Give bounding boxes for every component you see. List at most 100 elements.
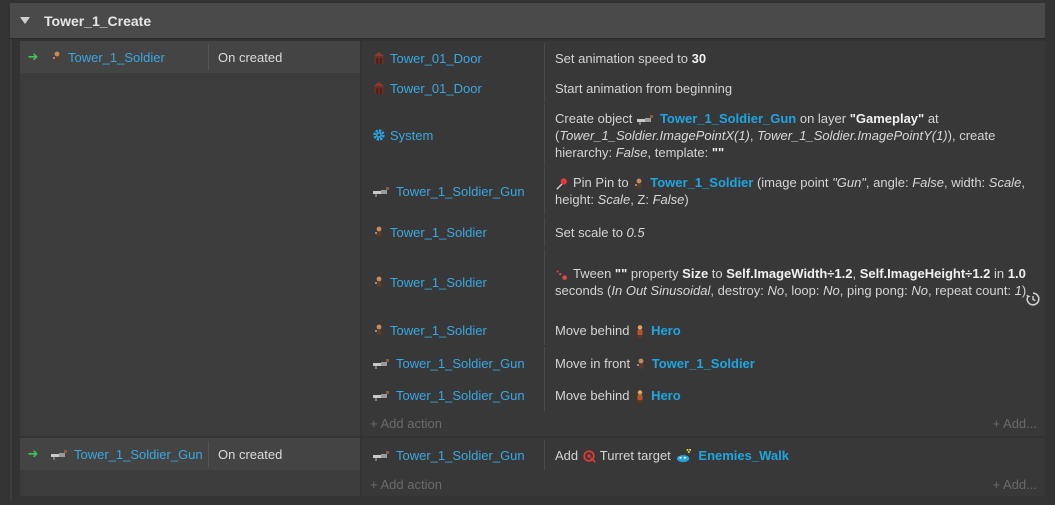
parameter-value: Tower_1_Soldier.ImagePointY(1)	[757, 127, 948, 143]
action-description[interactable]: Pin Pin to Tower_1_Soldier (image point …	[545, 167, 1045, 215]
object-reference[interactable]: Tower_1_Soldier	[650, 175, 753, 190]
action-text: Move in front	[555, 355, 634, 371]
soldier-gun-icon	[372, 184, 392, 198]
action-row[interactable]: Tower_1_Soldier Move behind Hero	[362, 315, 1045, 345]
action-row[interactable]: Tower_1_Soldier Set scale to 0.5	[362, 217, 1045, 247]
parameter-value: Tower_1_Soldier.ImagePointX(1)	[559, 127, 750, 143]
condition-row[interactable]: ➜ Tower_1_Soldier On created	[20, 41, 360, 73]
hero-icon	[633, 389, 647, 403]
action-object-name: Tower_1_Soldier_Gun	[396, 355, 525, 371]
action-description[interactable]: Set scale to 0.5	[545, 217, 1045, 247]
action-text: , template:	[647, 144, 712, 160]
add-more-link[interactable]: + Add...	[993, 477, 1037, 492]
action-description[interactable]: Start animation from beginning	[545, 73, 1045, 103]
collapse-triangle-icon[interactable]	[20, 17, 30, 24]
parameter-value: Scale	[597, 192, 631, 207]
parameter-value: "Gameplay"	[849, 110, 925, 126]
action-text: Start animation from beginning	[555, 80, 733, 96]
action-row[interactable]: Tower_1_Soldier_Gun Move in front Tower_1…	[362, 347, 1045, 379]
object-reference[interactable]: Tower_1_Soldier	[652, 356, 755, 371]
action-object[interactable]: Tower_1_Soldier	[362, 217, 545, 247]
object-reference[interactable]: Hero	[651, 323, 681, 338]
action-object[interactable]: Tower_1_Soldier_Gun	[362, 167, 545, 215]
action-column[interactable]: Tower_1_Soldier_Gun Add Turret target Ene…	[362, 438, 1045, 496]
action-object[interactable]: Tower_1_Soldier_Gun	[362, 347, 545, 379]
action-object[interactable]: System	[362, 104, 545, 166]
action-row[interactable]: Tower_1_Soldier_Gun Move behind Hero	[362, 379, 1045, 411]
action-description[interactable]: Create object Tower_1_Soldier_Gun on lay…	[545, 104, 1045, 166]
soldier-gun-icon	[372, 388, 392, 402]
action-text: Turret target	[599, 447, 675, 463]
action-object[interactable]: Tower_1_Soldier	[362, 315, 545, 345]
action-text: ,	[852, 266, 860, 281]
soldier-icon	[632, 177, 646, 191]
parameter-value: "Gun"	[832, 175, 866, 190]
restart-icon	[1025, 291, 1041, 307]
parameter-value: 1.0	[1007, 266, 1026, 281]
action-row[interactable]: Tower_1_Soldier_Gun Pin Pin to Tower_1_So…	[362, 167, 1045, 215]
condition-row[interactable]: ➜ Tower_1_Soldier_Gun On created	[20, 438, 360, 470]
parameter-value: False	[652, 192, 685, 207]
action-row[interactable]: Tower_1_Soldier_Gun Add Turret target Ene…	[362, 440, 1045, 470]
parameter-value: ""	[711, 144, 725, 160]
action-text: on layer	[796, 110, 850, 126]
soldier-icon	[372, 323, 386, 337]
action-row[interactable]: Tower_01_Door Start animation from beginn…	[362, 73, 1045, 103]
soldier-icon	[50, 50, 64, 64]
add-more-link[interactable]: + Add...	[993, 416, 1037, 431]
action-text: Pin Pin to	[573, 175, 633, 190]
action-text: property	[627, 266, 683, 281]
parameter-value: ""	[614, 266, 628, 281]
action-description[interactable]: Move in front Tower_1_Soldier	[545, 347, 1045, 379]
action-description[interactable]: Tween "" property Size to Self.ImageWidt…	[545, 249, 1045, 315]
action-object[interactable]: Tower_1_Soldier_Gun	[362, 440, 545, 470]
action-row[interactable]: Tower_1_Soldier Tween "" property Size to…	[362, 249, 1045, 315]
condition-column[interactable]: ➜ Tower_1_Soldier On created	[20, 41, 360, 436]
soldier-icon	[372, 225, 386, 239]
action-object[interactable]: Tower_01_Door	[362, 43, 545, 73]
action-description[interactable]: Move behind Hero	[545, 315, 1045, 345]
add-action-link[interactable]: + Add action	[370, 416, 442, 431]
action-object-name: Tower_01_Door	[390, 80, 482, 96]
action-object[interactable]: Tower_01_Door	[362, 73, 545, 103]
action-description[interactable]: Move behind Hero	[545, 379, 1045, 411]
parameter-value: False	[615, 144, 648, 160]
action-text: , repeat count:	[927, 283, 1015, 298]
parameter-value: 1	[1014, 283, 1022, 298]
action-object-name: System	[390, 127, 434, 143]
action-description[interactable]: Add Turret target Enemies_Walk	[545, 440, 1045, 470]
object-reference[interactable]: Tower_1_Soldier_Gun	[660, 111, 796, 126]
event-block[interactable]: ➜ Tower_1_Soldier On created Tower_01_Do…	[20, 41, 1045, 436]
action-object-name: Tower_1_Soldier_Gun	[396, 447, 525, 463]
soldier-gun-icon	[372, 448, 392, 462]
object-reference[interactable]: Hero	[651, 388, 681, 403]
pin-icon	[555, 177, 569, 191]
action-column[interactable]: Tower_01_Door Set animation speed to 30 T…	[362, 41, 1045, 436]
parameter-value: Self.ImageWidth÷1.2	[726, 266, 853, 281]
action-description[interactable]: Set animation speed to 30	[545, 43, 1045, 73]
parameter-value: Self.ImageHeight÷1.2	[859, 266, 991, 281]
action-object-name: Tower_01_Door	[390, 50, 482, 66]
action-text: Tween	[573, 266, 615, 281]
condition-column[interactable]: ➜ Tower_1_Soldier_Gun On created	[20, 438, 360, 496]
tween-icon	[555, 268, 569, 282]
action-text: seconds (	[555, 283, 612, 298]
action-text: , ping pong:	[839, 283, 912, 298]
condition-object[interactable]: Tower_1_Soldier	[44, 50, 208, 65]
action-row[interactable]: System Create object Tower_1_Soldier_Gun …	[362, 104, 1045, 166]
event-group-header[interactable]: Tower_1_Create	[10, 3, 1045, 39]
action-object[interactable]: Tower_1_Soldier_Gun	[362, 379, 545, 411]
parameter-value: No	[911, 283, 928, 298]
action-text: Create object	[555, 110, 636, 126]
action-object[interactable]: Tower_1_Soldier	[362, 249, 545, 315]
add-action-link[interactable]: + Add action	[370, 477, 442, 492]
action-row[interactable]: Tower_01_Door Set animation speed to 30	[362, 43, 1045, 73]
parameter-value: In Out Sinusoidal	[611, 283, 711, 298]
gear-icon	[372, 128, 386, 142]
parameter-value: Scale	[988, 175, 1022, 190]
door-icon	[372, 81, 386, 95]
object-reference[interactable]: Enemies_Walk	[698, 448, 789, 463]
condition-object[interactable]: Tower_1_Soldier_Gun	[44, 447, 208, 462]
action-object-name: Tower_1_Soldier_Gun	[396, 183, 525, 199]
event-block[interactable]: ➜ Tower_1_Soldier_Gun On created Tower_1…	[20, 438, 1045, 496]
